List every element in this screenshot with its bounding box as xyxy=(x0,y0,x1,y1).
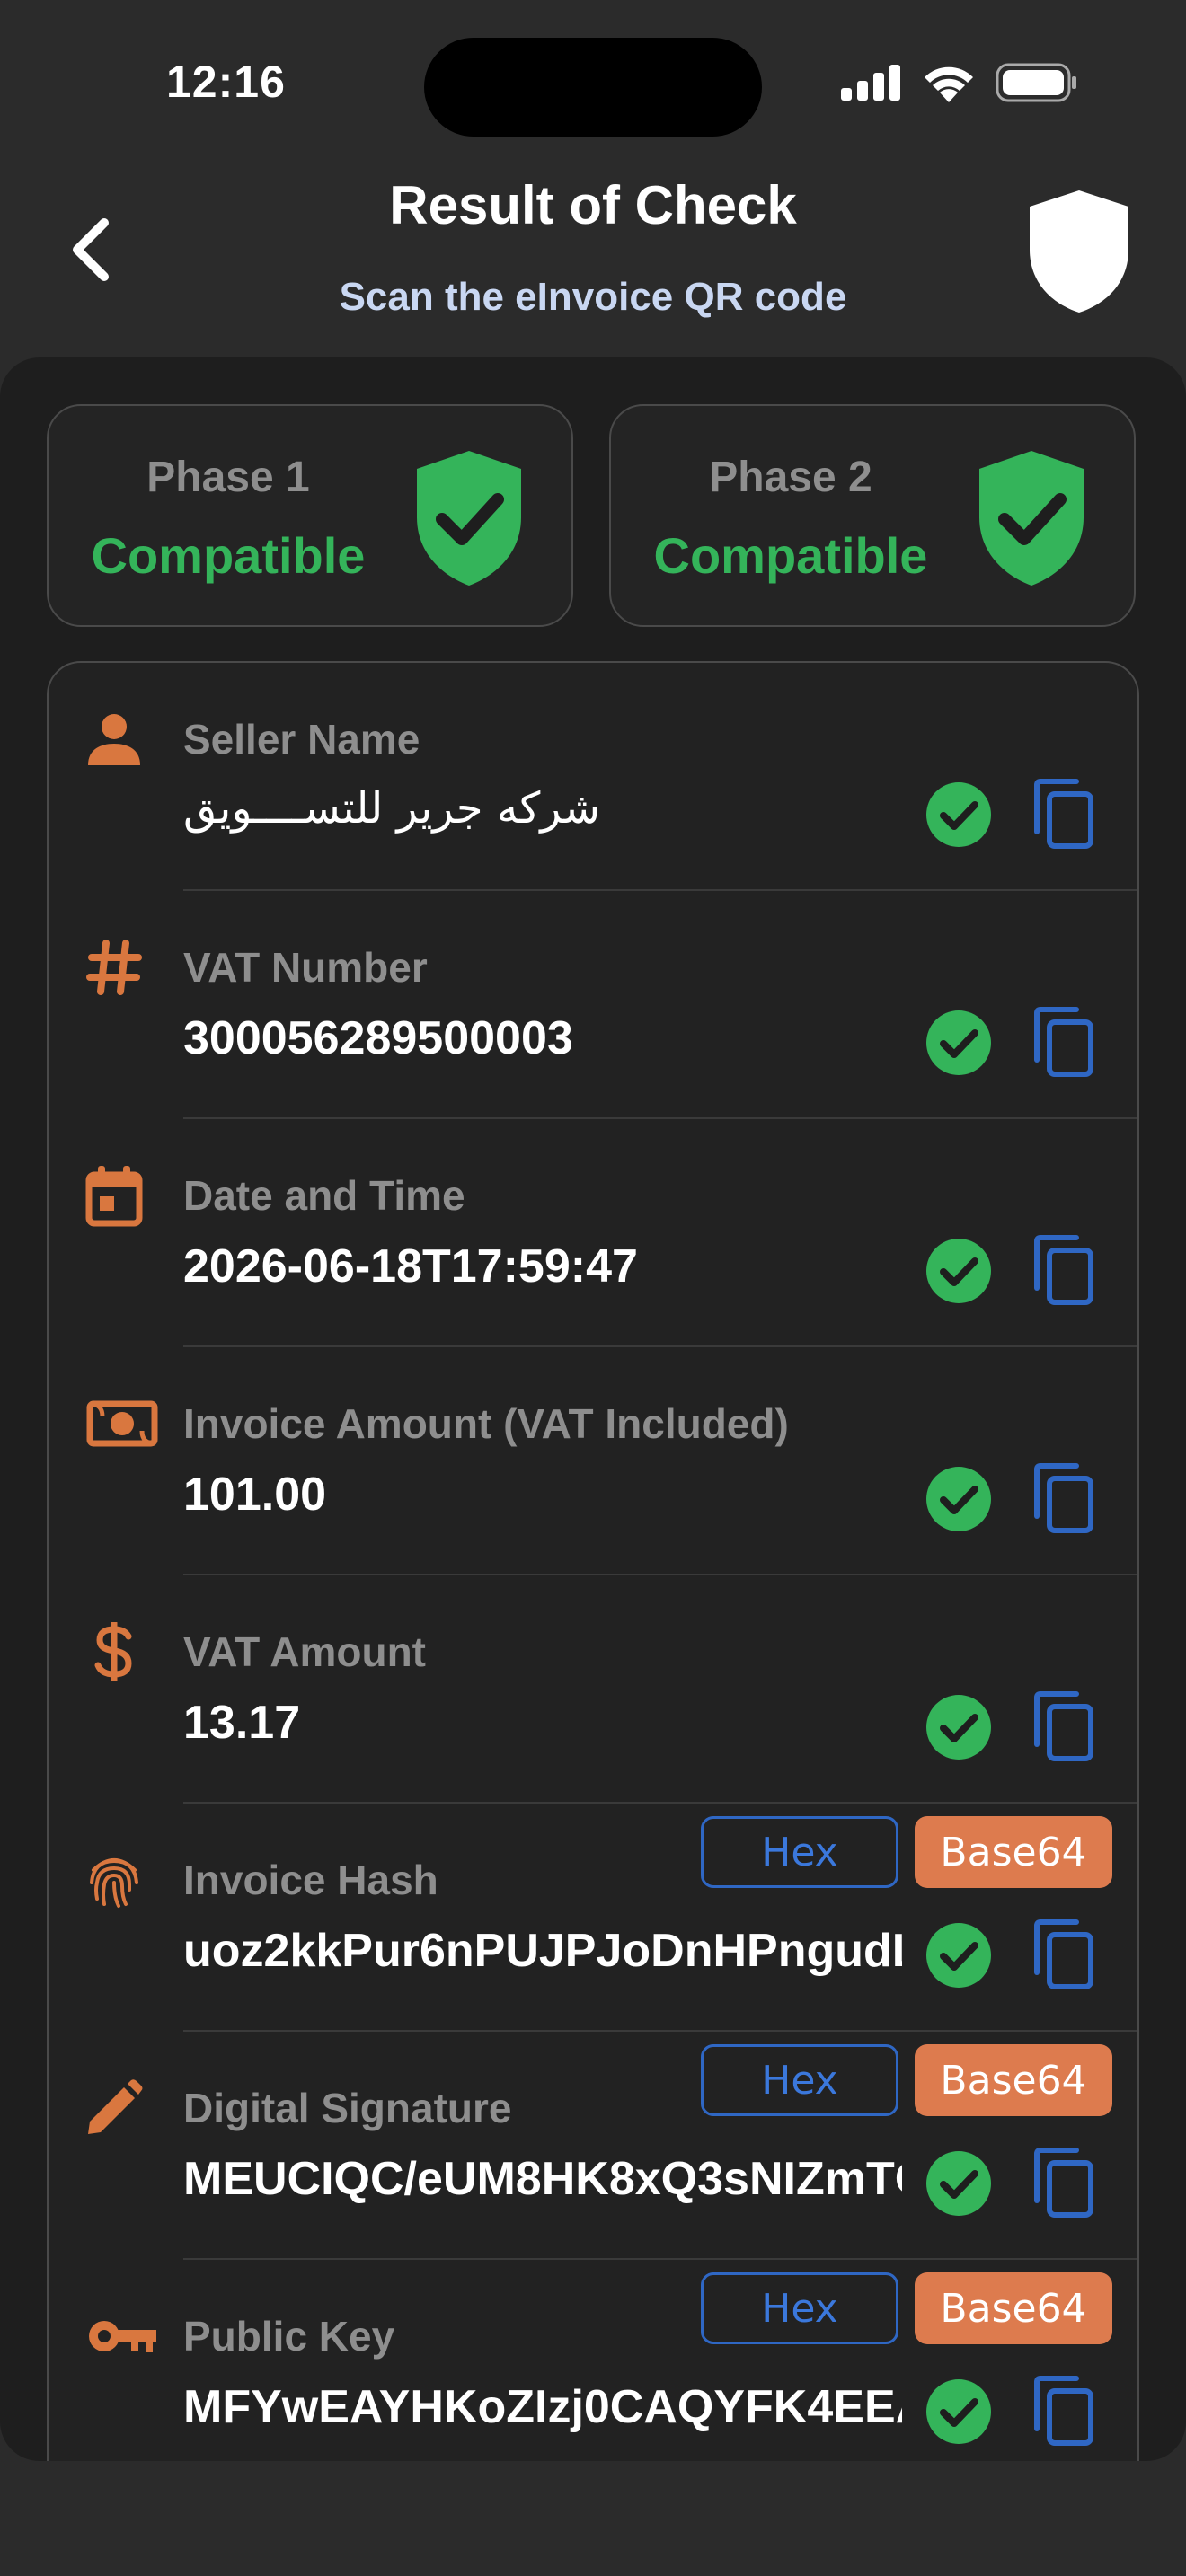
status-icons xyxy=(841,63,1078,102)
phase-2-card: Phase 2 Compatible xyxy=(609,404,1136,627)
copy-icon[interactable] xyxy=(1031,1234,1094,1306)
copy-icon[interactable] xyxy=(1031,1006,1094,1078)
field-value: uoz2kkPur6nPUJPJoDnHPngudLLv xyxy=(183,1925,902,1977)
field-label: Seller Name xyxy=(183,716,420,763)
check-circle-icon xyxy=(926,1467,991,1531)
phase-title: Phase 1 xyxy=(146,454,310,501)
dynamic-island xyxy=(424,38,762,137)
phase-status: Compatible xyxy=(91,527,366,584)
page-subtitle: Scan the eInvoice QR code xyxy=(339,275,847,319)
wifi-icon xyxy=(925,66,973,102)
field-label: VAT Number xyxy=(183,944,428,991)
field-value: MFYwEAYHKoZIzj0CAQYFK4EEAAoI xyxy=(183,2381,902,2433)
field-digital-signature: Hex Base64 Digital Signature MEUCIQC/eUM… xyxy=(49,2032,1137,2260)
field-value: 2026-06-18T17:59:47 xyxy=(183,1240,638,1292)
field-date-time: Date and Time 2026-06-18T17:59:47 xyxy=(49,1119,1137,1347)
dollar-icon xyxy=(83,1620,146,1683)
battery-icon xyxy=(996,63,1076,102)
phase-status: Compatible xyxy=(653,527,928,584)
field-vat-number: VAT Number 300056289500003 xyxy=(49,891,1137,1119)
banknote-icon xyxy=(86,1392,158,1455)
hex-button[interactable]: Hex xyxy=(701,2044,898,2116)
fingerprint-icon xyxy=(83,1848,146,1911)
pencil-icon xyxy=(83,2077,146,2139)
field-label: Date and Time xyxy=(183,1172,465,1219)
copy-icon[interactable] xyxy=(1031,1919,1094,1990)
bottom-safe-area xyxy=(0,2461,1186,2576)
copy-icon[interactable] xyxy=(1031,2375,1094,2447)
copy-icon[interactable] xyxy=(1031,1690,1094,1762)
shield-icon[interactable] xyxy=(1024,187,1134,316)
calendar-icon xyxy=(83,1164,146,1227)
base64-button[interactable]: Base64 xyxy=(915,2272,1112,2344)
field-vat-amount: VAT Amount 13.17 xyxy=(49,1575,1137,1804)
hash-icon xyxy=(83,936,146,999)
field-label: Digital Signature xyxy=(183,2085,512,2131)
screen: 12:16 Result of Check Scan the eInvoice … xyxy=(0,0,1186,2576)
phase-title: Phase 2 xyxy=(709,454,872,501)
field-label: Invoice Amount (VAT Included) xyxy=(183,1400,789,1447)
copy-icon[interactable] xyxy=(1031,1462,1094,1534)
check-circle-icon xyxy=(926,1923,991,1988)
field-invoice-amount: Invoice Amount (VAT Included) 101.00 xyxy=(49,1347,1137,1575)
hex-button[interactable]: Hex xyxy=(701,1816,898,1888)
check-circle-icon xyxy=(926,2379,991,2444)
check-circle-icon xyxy=(926,782,991,847)
phase-1-card: Phase 1 Compatible xyxy=(47,404,573,627)
shield-check-icon xyxy=(417,451,521,586)
status-time: 12:16 xyxy=(166,57,286,107)
check-circle-icon xyxy=(926,1239,991,1303)
field-label: VAT Amount xyxy=(183,1628,426,1675)
shield-check-icon xyxy=(979,451,1084,586)
field-value: شركه جرير للتســــويق xyxy=(183,783,601,834)
field-public-key: Hex Base64 Public Key MFYwEAYHKoZIzj0CAQ… xyxy=(49,2260,1137,2461)
check-circle-icon xyxy=(926,2151,991,2216)
invoice-fields-card: Seller Name شركه جرير للتســــويق VAT Nu… xyxy=(47,661,1139,2461)
base64-button[interactable]: Base64 xyxy=(915,2044,1112,2116)
hex-button[interactable]: Hex xyxy=(701,2272,898,2344)
key-icon xyxy=(86,2305,158,2368)
field-label: Invoice Hash xyxy=(183,1857,438,1903)
check-circle-icon xyxy=(926,1695,991,1760)
field-label: Public Key xyxy=(183,2313,395,2360)
check-circle-icon xyxy=(926,1010,991,1075)
person-icon xyxy=(83,708,146,771)
field-value: MEUCIQC/eUM8HK8xQ3sNIZmTQx xyxy=(183,2153,902,2205)
field-invoice-hash: Hex Base64 Invoice Hash uoz2kkPur6nPUJPJ… xyxy=(49,1804,1137,2032)
field-value: 13.17 xyxy=(183,1697,301,1749)
base64-button[interactable]: Base64 xyxy=(915,1816,1112,1888)
main-panel: Phase 1 Compatible Phase 2 Compatible Se… xyxy=(0,357,1186,2461)
field-seller-name: Seller Name شركه جرير للتســــويق xyxy=(49,663,1137,891)
cellular-signal-icon xyxy=(841,65,900,101)
field-value: 101.00 xyxy=(183,1469,327,1521)
field-value: 300056289500003 xyxy=(183,1012,573,1064)
copy-icon[interactable] xyxy=(1031,778,1094,850)
copy-icon[interactable] xyxy=(1031,2147,1094,2219)
page-title: Result of Check xyxy=(389,175,797,235)
